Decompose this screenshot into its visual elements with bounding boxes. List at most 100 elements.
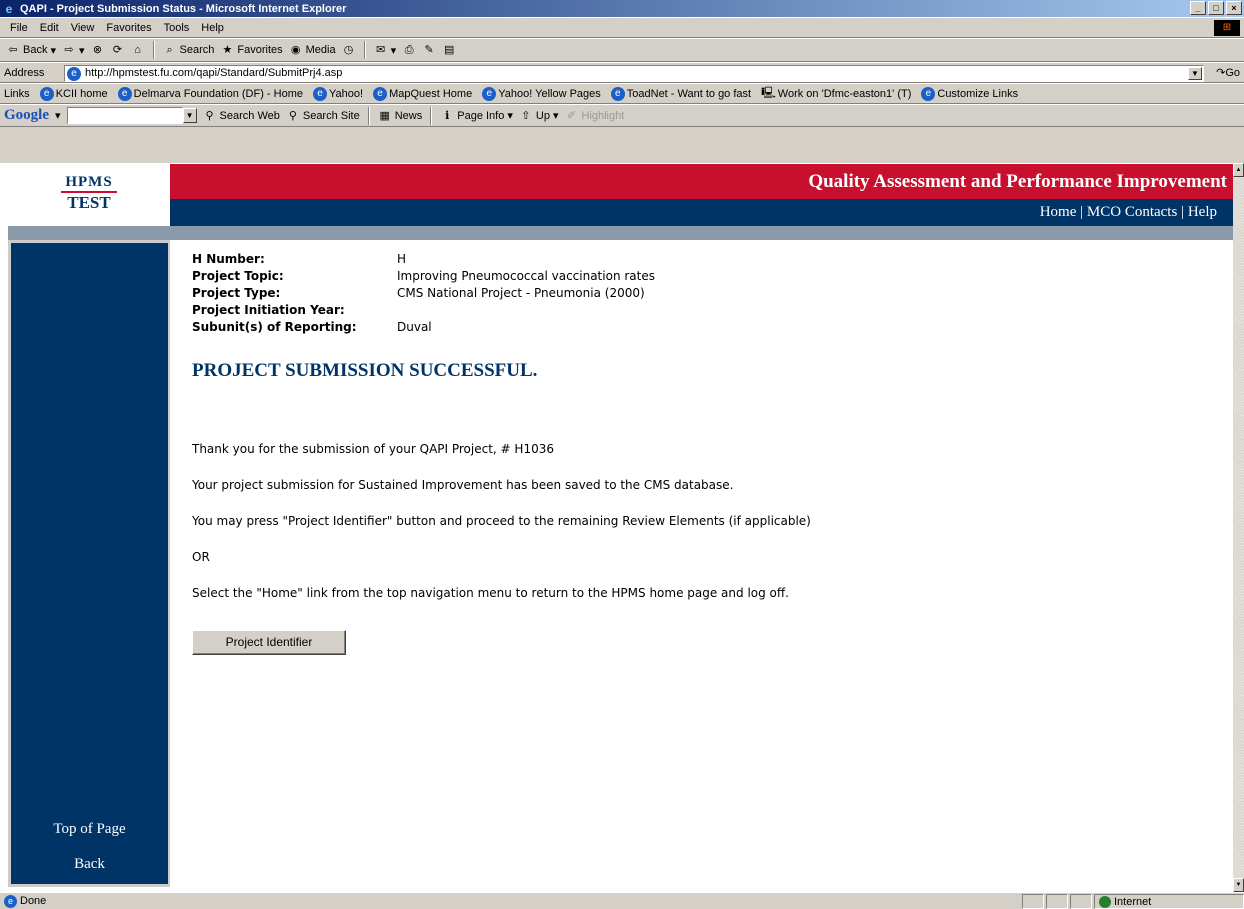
- back-link[interactable]: Back: [11, 856, 168, 873]
- security-zone: Internet: [1094, 894, 1244, 909]
- minimize-button[interactable]: _: [1190, 1, 1206, 15]
- mail-button[interactable]: ✉ ▾: [374, 43, 396, 57]
- discuss-button[interactable]: ▤: [442, 43, 456, 57]
- message-home-link: Select the "Home" link from the top navi…: [192, 586, 789, 600]
- google-logo[interactable]: Google: [4, 107, 49, 124]
- success-heading: PROJECT SUBMISSION SUCCESSFUL.: [192, 360, 538, 381]
- news-icon: ▦: [379, 109, 390, 122]
- stop-button[interactable]: ⊗: [91, 43, 105, 57]
- nav-home-link[interactable]: Home: [1040, 204, 1077, 220]
- go-arrow-icon: ↷: [1216, 67, 1226, 79]
- mail-icon: ✉: [376, 44, 386, 56]
- address-label: Address: [4, 66, 45, 79]
- sidebar: Top of Page Back: [8, 240, 170, 887]
- media-button[interactable]: ◉ Media: [289, 43, 336, 57]
- message-or: OR: [192, 550, 210, 564]
- scroll-down-icon[interactable]: ▼: [1233, 878, 1244, 892]
- status-panel: [1046, 894, 1068, 909]
- edit-button[interactable]: ✎: [422, 43, 436, 57]
- history-button[interactable]: ◷: [342, 43, 356, 57]
- search-button[interactable]: ⌕ Search: [163, 43, 214, 57]
- link-work-on-dfmc[interactable]: 🖳 Work on 'Dfmc-easton1' (T): [761, 84, 911, 103]
- message-press-button: You may press "Project Identifier" butto…: [192, 514, 811, 528]
- highlight-button[interactable]: ✐ Highlight: [564, 109, 624, 123]
- page-icon: e: [67, 67, 81, 81]
- nav-mco-contacts-link[interactable]: MCO Contacts: [1087, 204, 1177, 220]
- toolbar-separator: [430, 106, 433, 125]
- print-icon: ⎙: [404, 44, 414, 56]
- search-site-button[interactable]: ⚲ Search Site: [286, 109, 360, 123]
- link-yahoo[interactable]: e Yahoo!: [313, 86, 363, 101]
- page-info-button[interactable]: ℹ Page Info ▾: [440, 109, 513, 123]
- print-button[interactable]: ⎙: [402, 43, 416, 57]
- up-button[interactable]: ⇧ Up ▾: [519, 109, 558, 123]
- toolbar-separator: [363, 41, 366, 59]
- initiation-year-value: [397, 303, 1232, 317]
- media-icon: ◉: [290, 44, 301, 56]
- menu-edit[interactable]: Edit: [34, 22, 65, 34]
- binoculars-icon: ⚲: [205, 109, 214, 122]
- stop-icon: ⊗: [92, 44, 103, 56]
- link-mapquest[interactable]: e MapQuest Home: [373, 86, 472, 101]
- search-web-button[interactable]: ⚲ Search Web: [203, 109, 280, 123]
- back-arrow-icon: ⇦: [8, 44, 18, 56]
- ie-app-icon: e: [5, 1, 13, 16]
- top-of-page-link[interactable]: Top of Page: [11, 821, 168, 838]
- ie-page-icon: e: [39, 86, 54, 101]
- home-button[interactable]: ⌂: [131, 43, 145, 57]
- address-dropdown-icon[interactable]: ▼: [1188, 67, 1202, 80]
- menu-favorites[interactable]: Favorites: [100, 22, 157, 34]
- forward-button[interactable]: ⇨ ▾: [62, 43, 84, 57]
- link-delmarva[interactable]: e Delmarva Foundation (DF) - Home: [117, 86, 303, 101]
- project-type-label: Project Type:: [192, 286, 281, 300]
- status-text: Done: [20, 895, 47, 907]
- page-status-icon: e: [4, 894, 17, 908]
- link-customize-links[interactable]: e Customize Links: [921, 86, 1018, 101]
- vertical-scrollbar[interactable]: ▲ ▼: [1233, 163, 1244, 892]
- menu-view[interactable]: View: [65, 22, 101, 34]
- google-menu-arrow-icon[interactable]: ▾: [55, 109, 61, 122]
- favorites-button[interactable]: ★ Favorites: [220, 43, 282, 57]
- address-input[interactable]: e http://hpmstest.fu.com/qapi/Standard/S…: [64, 65, 1204, 82]
- ie-page-icon: e: [117, 86, 132, 101]
- project-topic-value: Improving Pneumococcal vaccination rates: [397, 269, 655, 283]
- google-search-input[interactable]: [66, 107, 183, 124]
- link-yahoo-yellow-pages[interactable]: e Yahoo! Yellow Pages: [482, 86, 601, 101]
- address-bar: Address e http://hpmstest.fu.com/qapi/St…: [0, 62, 1244, 83]
- project-identifier-button[interactable]: Project Identifier: [192, 630, 346, 655]
- link-kcii-home[interactable]: e KCII home: [39, 86, 108, 101]
- refresh-button[interactable]: ⟳: [111, 43, 125, 57]
- window-controls: _ □ ×: [1190, 1, 1242, 15]
- maximize-button[interactable]: □: [1208, 1, 1224, 15]
- menu-file[interactable]: File: [4, 22, 34, 34]
- back-button[interactable]: ⇦ Back ▾: [6, 43, 56, 57]
- ie-page-icon: e: [921, 86, 936, 101]
- toolbar-separator: [367, 106, 370, 125]
- history-icon: ◷: [343, 44, 354, 56]
- google-dropdown-icon[interactable]: ▼: [182, 108, 197, 123]
- status-panels: Internet: [1022, 894, 1244, 909]
- window-titlebar: e QAPI - Project Submission Status - Mic…: [0, 0, 1244, 17]
- scroll-up-icon[interactable]: ▲: [1233, 163, 1244, 177]
- news-button[interactable]: ▦ News: [378, 109, 423, 123]
- menu-bar: File Edit View Favorites Tools Help ⊞: [0, 17, 1244, 38]
- subunit-label: Subunit(s) of Reporting:: [192, 320, 357, 334]
- window-title: QAPI - Project Submission Status - Micro…: [20, 2, 347, 15]
- nav-separator: |: [1080, 204, 1087, 220]
- close-button[interactable]: ×: [1226, 1, 1242, 15]
- nav-links: Home | MCO Contacts | Help: [1040, 204, 1217, 221]
- go-button[interactable]: ↷Go: [1216, 66, 1240, 79]
- nav-separator: |: [1181, 204, 1188, 220]
- menu-tools[interactable]: Tools: [158, 22, 196, 34]
- app-title: Quality Assessment and Performance Impro…: [808, 171, 1227, 192]
- search-site-icon: ⚲: [288, 109, 297, 122]
- initiation-year-label: Project Initiation Year:: [192, 303, 345, 317]
- home-icon: ⌂: [134, 44, 141, 56]
- ie-page-icon: e: [373, 86, 388, 101]
- links-bar: Links e KCII home e Delmarva Foundation (D…: [0, 83, 1244, 104]
- nav-help-link[interactable]: Help: [1188, 204, 1217, 220]
- menu-help[interactable]: Help: [195, 22, 230, 34]
- link-toadnet[interactable]: e ToadNet - Want to go fast: [610, 86, 751, 101]
- network-computer-icon: 🖳: [761, 87, 776, 99]
- globe-icon: [1099, 895, 1111, 908]
